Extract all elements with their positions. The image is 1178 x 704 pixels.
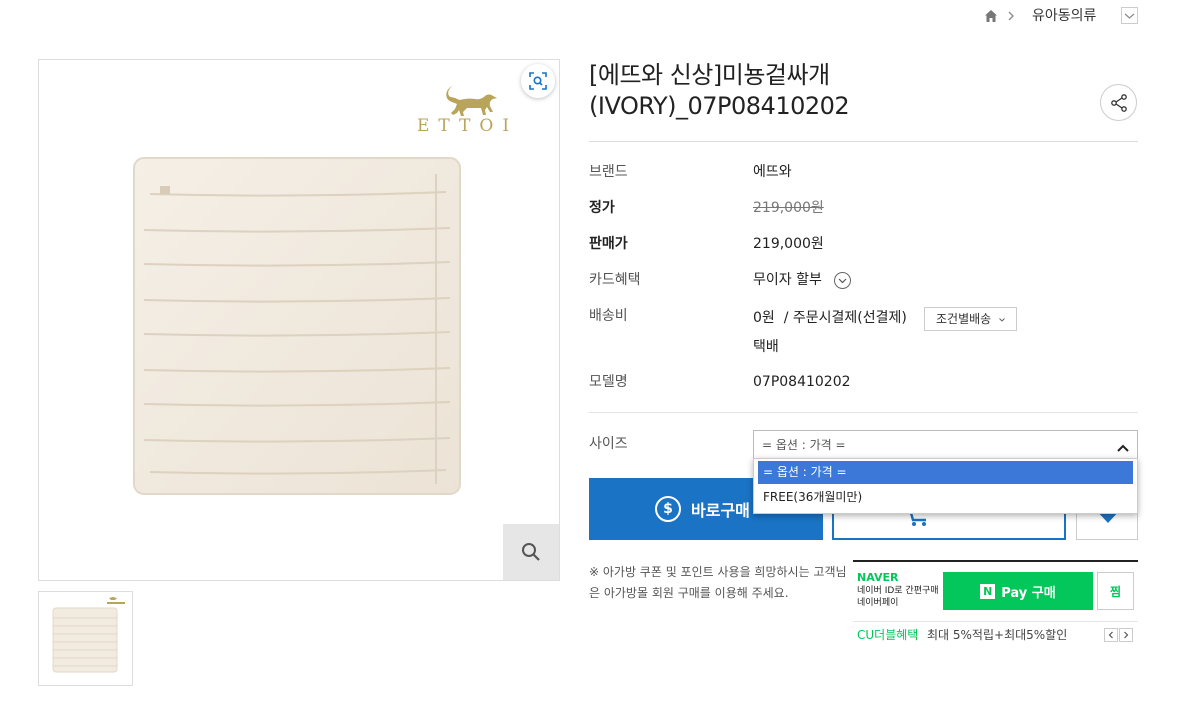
card-benefit-value: 무이자 할부: [753, 272, 822, 288]
fullscreen-zoom-button[interactable]: [521, 64, 555, 98]
chevron-right-icon: [1124, 631, 1129, 639]
brand-logo-image: ETTOI: [413, 82, 533, 138]
size-option-select[interactable]: = 옵션 : 가격 =: [753, 430, 1138, 460]
chevron-down-icon: [999, 317, 1005, 322]
size-option-selected: = 옵션 : 가격 =: [762, 438, 846, 452]
chevron-down-icon: [1124, 13, 1135, 19]
shipping-value: 0원 / 주문시결제(선결제): [753, 310, 907, 326]
model-label: 모델명: [589, 374, 628, 390]
share-button[interactable]: [1100, 84, 1137, 121]
divider: [853, 560, 1138, 562]
chevron-down-icon: [838, 278, 847, 283]
breadcrumb-category[interactable]: 유아동의류: [1032, 6, 1096, 26]
naver-n-icon: N: [980, 583, 996, 599]
buy-now-label: 바로구매: [691, 501, 750, 520]
list-price-label: 정가: [589, 200, 615, 216]
cu-benefit-text: 최대 5%적립+최대5%할인: [927, 628, 1068, 642]
chevron-left-icon: [1108, 631, 1113, 639]
cu-benefit-label: CU더블혜택: [857, 628, 919, 642]
magnify-button[interactable]: [503, 524, 559, 580]
sale-price-value: 219,000원: [753, 236, 824, 252]
breadcrumb-chevron-icon: [1006, 8, 1016, 24]
shipping-method: 택배: [753, 339, 779, 355]
conditional-shipping-button[interactable]: 조건별배송: [924, 307, 1017, 331]
naver-logo: NAVER: [857, 571, 899, 584]
size-label: 사이즈: [589, 436, 628, 452]
brand-value: 에뜨와: [753, 164, 792, 180]
sale-price-label: 판매가: [589, 236, 628, 252]
product-photo-blanket: [130, 154, 464, 498]
conditional-shipping-label: 조건별배송: [936, 312, 992, 326]
naver-pay-description: 네이버 ID로 간편구매 네이버페이: [857, 586, 939, 608]
naver-wish-button[interactable]: 찜: [1097, 572, 1134, 610]
member-purchase-notice: ※ 아가방 쿠폰 및 포인트 사용을 희망하시는 고객님은 아가방몰 회원 구매…: [589, 565, 847, 600]
card-benefit-label: 카드혜택: [589, 272, 641, 288]
shipping-label: 배송비: [589, 308, 628, 324]
share-icon: [1110, 93, 1127, 112]
size-option-item[interactable]: FREE(36개월미만): [758, 486, 1133, 509]
list-price-value: 219,000원: [753, 200, 824, 216]
divider: [589, 141, 1138, 142]
size-option-item[interactable]: = 옵션 : 가격 =: [758, 461, 1133, 484]
home-icon[interactable]: [983, 8, 999, 24]
card-benefit-expand-button[interactable]: [834, 272, 851, 289]
divider: [589, 412, 1138, 413]
naver-pay-button[interactable]: N Pay 구매: [943, 572, 1093, 610]
zoom-icon: [529, 72, 547, 90]
chevron-up-icon: [1116, 439, 1130, 452]
search-icon: [522, 543, 540, 561]
breadcrumb-dropdown-button[interactable]: [1121, 7, 1138, 24]
benefit-next-button[interactable]: [1119, 628, 1133, 642]
benefit-prev-button[interactable]: [1104, 628, 1118, 642]
brand-label: 브랜드: [589, 164, 628, 180]
dollar-icon: $: [655, 496, 681, 522]
divider: [853, 621, 1138, 622]
model-value: 07P08410202: [753, 374, 851, 390]
naver-pay-label: Pay 구매: [1001, 585, 1056, 601]
product-thumbnail[interactable]: [38, 591, 133, 686]
product-title: [에뜨와 신상]미뇽겉싸개(IVORY)_07P08410202: [589, 61, 850, 120]
brand-logo-text: ETTOI: [417, 116, 519, 136]
